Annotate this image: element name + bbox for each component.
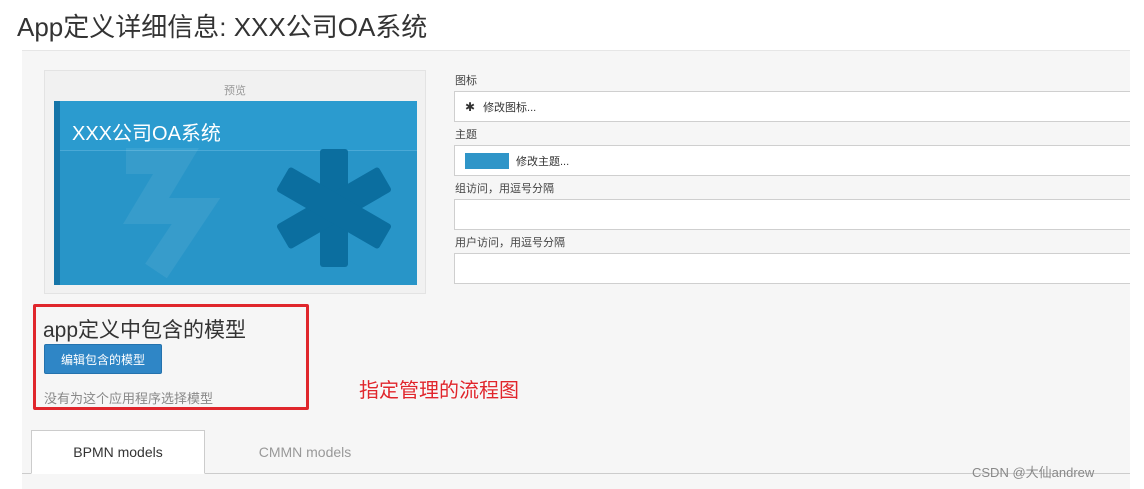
theme-color-swatch bbox=[465, 152, 509, 169]
asterisk-icon: ✱ bbox=[465, 99, 476, 114]
app-preview-tile: XXX公司OA系统 bbox=[54, 101, 417, 285]
change-theme-label: 修改主题... bbox=[516, 155, 570, 168]
edit-included-models-button[interactable]: 编辑包含的模型 bbox=[44, 344, 162, 374]
tile-app-name: XXX公司OA系统 bbox=[72, 123, 221, 145]
change-icon-label: 修改图标... bbox=[483, 101, 537, 114]
page-title: App定义详细信息: XXX公司OA系统 bbox=[17, 12, 428, 42]
annotation-note: 指定管理的流程图 bbox=[359, 380, 519, 402]
icon-field-label: 图标 bbox=[455, 75, 477, 87]
model-type-tabs: BPMN models CMMN models bbox=[22, 430, 1130, 474]
user-access-input[interactable] bbox=[454, 253, 1130, 284]
preview-label: 预览 bbox=[224, 85, 246, 97]
included-models-heading: app定义中包含的模型 bbox=[43, 319, 247, 342]
csdn-watermark: CSDN @大仙andrew bbox=[972, 465, 1095, 480]
change-theme-field[interactable]: 修改主题... bbox=[454, 145, 1130, 176]
change-icon-field[interactable]: ✱ 修改图标... bbox=[454, 91, 1130, 122]
theme-field-label: 主题 bbox=[455, 129, 477, 141]
no-models-message: 没有为这个应用程序选择模型 bbox=[44, 391, 214, 406]
tab-cmmn-models[interactable]: CMMN models bbox=[218, 430, 392, 474]
group-access-label: 组访问，用逗号分隔 bbox=[455, 183, 554, 195]
tile-background-glyph bbox=[123, 148, 221, 279]
user-access-label: 用户访问，用逗号分隔 bbox=[455, 237, 565, 249]
group-access-input[interactable] bbox=[454, 199, 1130, 230]
tab-bpmn-models[interactable]: BPMN models bbox=[31, 430, 205, 474]
asterisk-icon bbox=[277, 149, 391, 267]
